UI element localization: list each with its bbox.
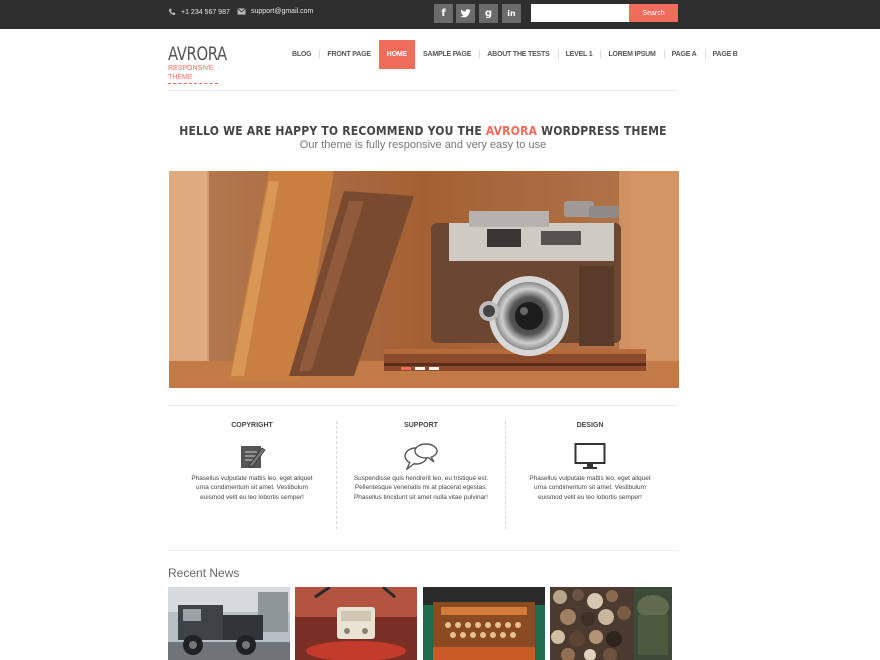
news-thumbnail[interactable] xyxy=(423,587,545,660)
feature-design: DESIGN Phasellus vulputate mattis leo, e… xyxy=(506,422,674,502)
contact-phone: +1 234 567 987 xyxy=(168,8,230,16)
envelope-icon xyxy=(237,8,246,15)
feature-support: SUPPORT Suspendisse quis hendrerit leo, … xyxy=(337,422,505,502)
linkedin-icon: in xyxy=(507,9,516,18)
slider-pagination xyxy=(401,367,439,370)
feature-title: SUPPORT xyxy=(404,422,438,429)
phone-icon xyxy=(168,8,176,16)
nav-item-home[interactable]: HOME xyxy=(378,40,415,69)
nav-item-about-the-tests[interactable]: ABOUT THE TESTS xyxy=(479,40,557,69)
top-bar: +1 234 567 987 support@gmail.com f g in … xyxy=(0,0,880,29)
main-navigation: BLOG FRONT PAGE HOME SAMPLE PAGE ABOUT T… xyxy=(284,40,746,69)
news-thumbnail[interactable] xyxy=(550,587,672,660)
nav-item-lorem-ipsum[interactable]: LOREM IPSUM xyxy=(600,40,663,69)
logo-title: AVRORA xyxy=(168,43,227,65)
news-thumbnail[interactable] xyxy=(295,587,417,660)
monitor-icon xyxy=(574,443,606,469)
twitter-button[interactable] xyxy=(456,4,475,23)
twitter-icon xyxy=(460,9,471,18)
email-address[interactable]: support@gmail.com xyxy=(251,8,313,15)
slider-dot[interactable] xyxy=(415,367,425,370)
google-plus-icon: g xyxy=(484,8,493,19)
feature-title: DESIGN xyxy=(576,422,604,429)
typewriter-image xyxy=(423,587,545,660)
nav-item-front-page[interactable]: FRONT PAGE xyxy=(319,40,378,69)
nav-item-blog[interactable]: BLOG xyxy=(284,40,319,69)
retro-radio-image xyxy=(295,587,417,660)
notepad-pencil-icon xyxy=(241,446,266,468)
welcome-title-after: WORDPRESS THEME xyxy=(537,124,667,138)
facebook-button[interactable]: f xyxy=(434,4,453,23)
feature-text: Phasellus vulputate mattis leo, eget ali… xyxy=(191,475,313,501)
welcome-title: HELLO WE ARE HAPPY TO RECOMMEND YOU THE … xyxy=(168,124,678,138)
contact-email: support@gmail.com xyxy=(237,8,313,15)
hero-slider[interactable] xyxy=(169,171,679,388)
nav-item-level-1[interactable]: LEVEL 1 xyxy=(557,40,601,69)
slider-image-camera-on-bookshelf xyxy=(169,171,679,388)
nav-item-sample-page[interactable]: SAMPLE PAGE xyxy=(415,40,479,69)
site-logo[interactable]: AVRORA RESPONSIVE THEME xyxy=(168,45,243,84)
recent-news-title: Recent News xyxy=(168,566,240,580)
slider-dot[interactable] xyxy=(429,367,439,370)
linkedin-button[interactable]: in xyxy=(502,4,521,23)
welcome-title-before: HELLO WE ARE HAPPY TO RECOMMEND YOU THE xyxy=(179,124,486,138)
nav-item-page-a[interactable]: PAGE A xyxy=(663,40,705,69)
slider-dot[interactable] xyxy=(401,367,411,370)
chat-bubbles-icon xyxy=(404,443,438,470)
welcome-subtitle: Our theme is fully responsive and very e… xyxy=(299,139,547,151)
news-thumbnail[interactable] xyxy=(168,587,290,660)
buttons-collection-image xyxy=(550,587,672,660)
feature-text: Phasellus vulputate mattis leo, eget ali… xyxy=(529,475,651,501)
google-plus-button[interactable]: g xyxy=(479,4,498,23)
feature-text: Suspendisse quis hendrerit leo, eu trist… xyxy=(353,475,489,501)
welcome-title-accent: AVRORA xyxy=(485,124,538,138)
feature-copyright: COPYRIGHT Phasellus vulputate mattis leo… xyxy=(168,422,336,502)
nav-item-page-b[interactable]: PAGE B xyxy=(704,40,746,69)
facebook-icon: f xyxy=(441,8,446,19)
feature-title: COPYRIGHT xyxy=(231,422,273,429)
slider-divider xyxy=(168,405,678,406)
logo-tagline: RESPONSIVE THEME xyxy=(168,64,218,84)
header-divider xyxy=(168,90,678,91)
features-divider xyxy=(168,550,678,551)
search-input[interactable] xyxy=(531,4,630,22)
phone-number: +1 234 567 987 xyxy=(181,8,230,16)
vintage-truck-image xyxy=(168,587,290,660)
search-button[interactable]: Search xyxy=(629,4,678,22)
